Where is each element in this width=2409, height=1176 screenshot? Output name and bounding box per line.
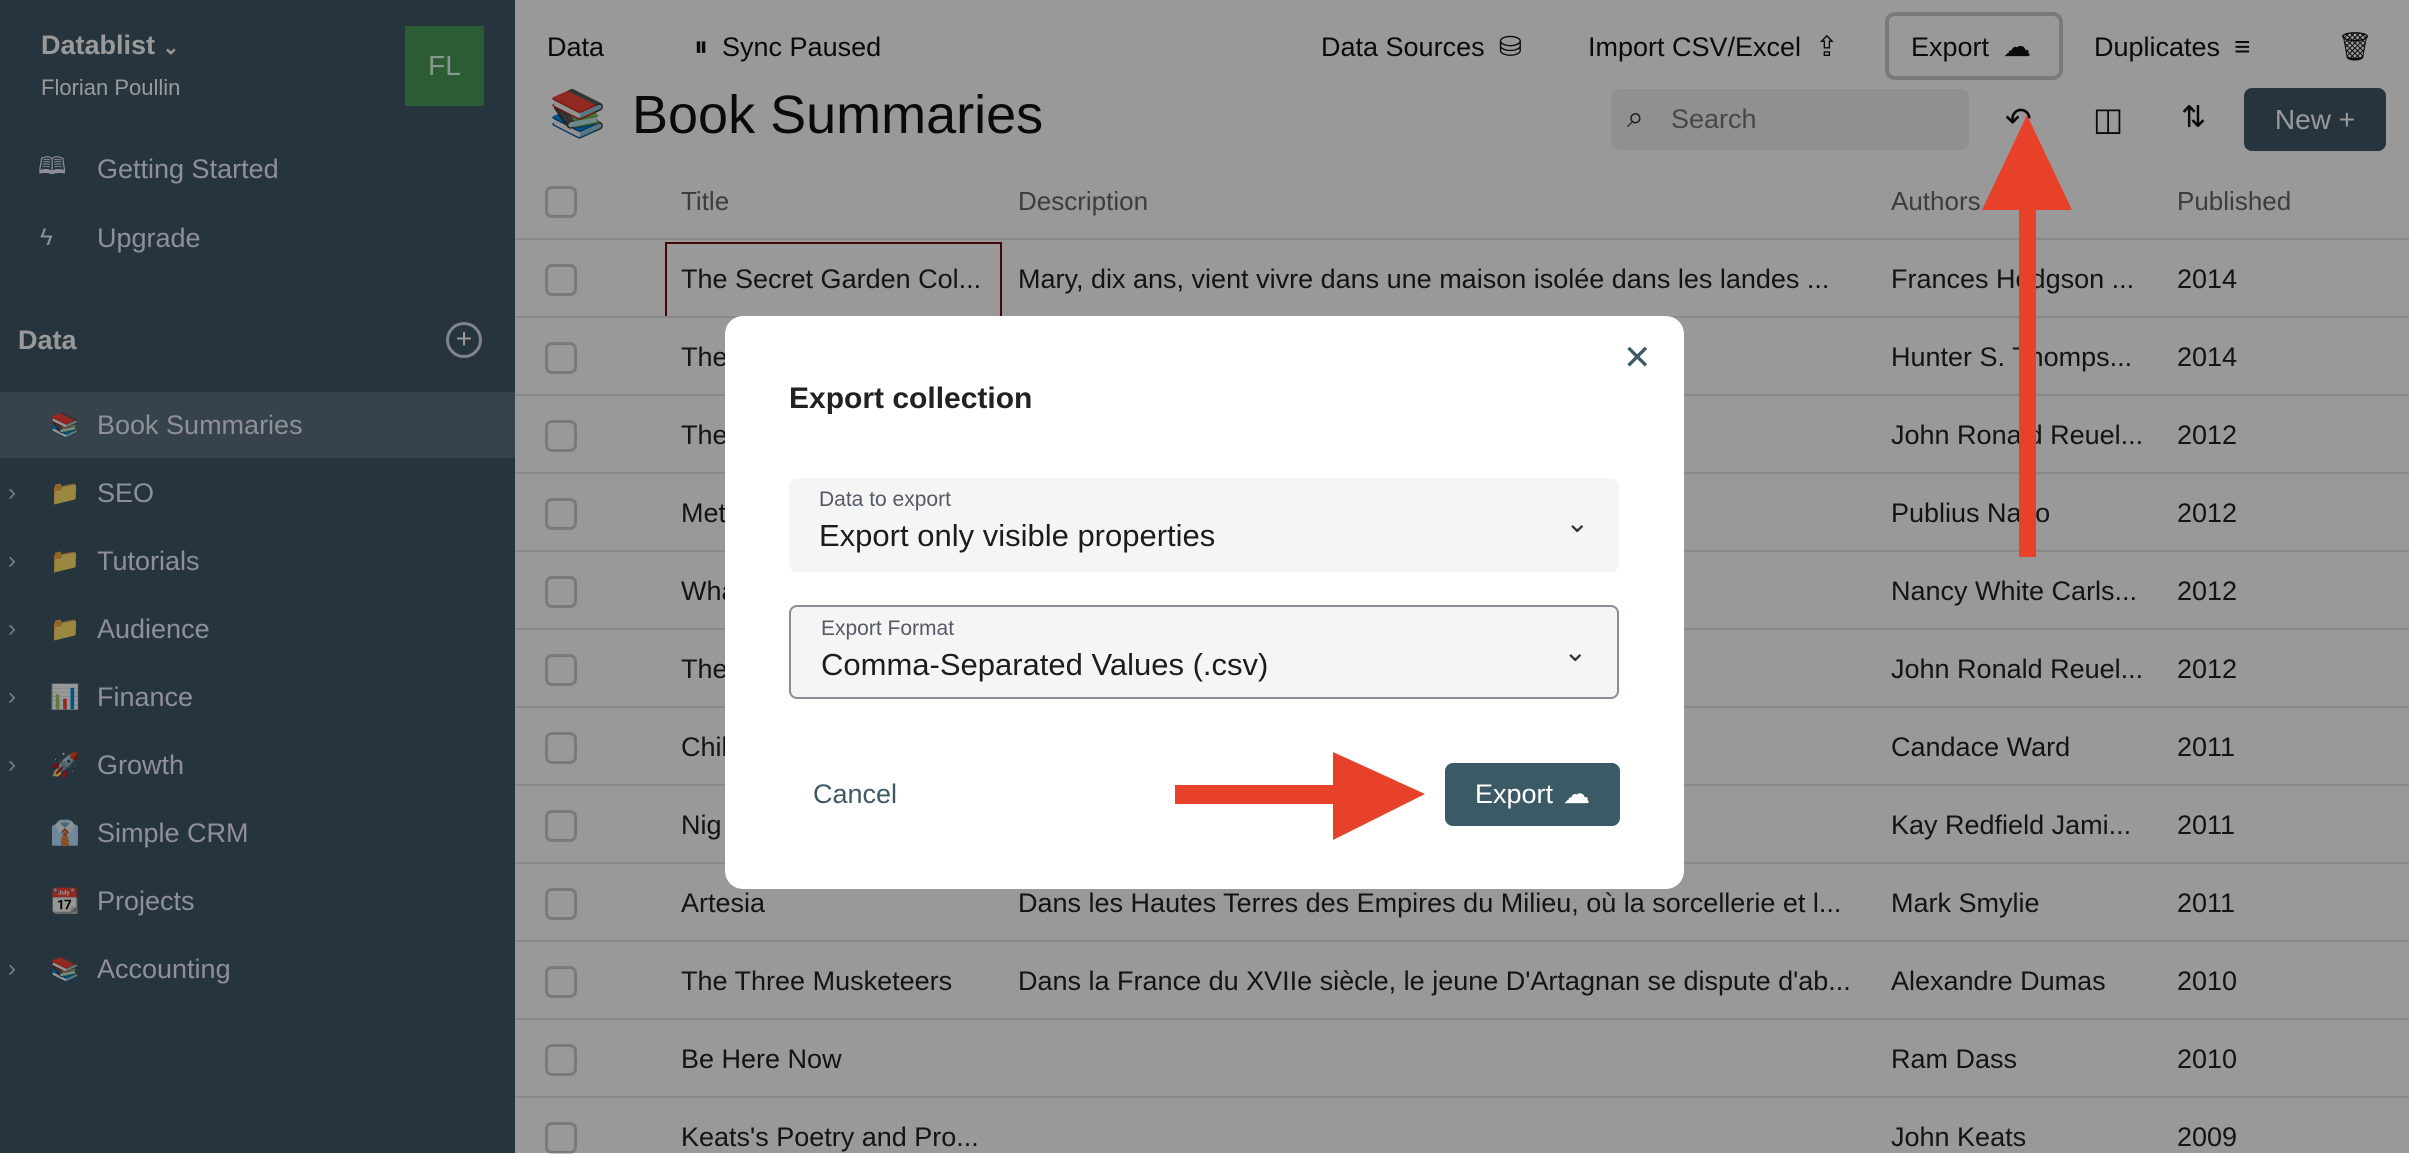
annotation-arrows [1175,115,2072,840]
arrow-up-annotation [1982,115,2072,557]
arrow-right-annotation [1175,752,1425,840]
